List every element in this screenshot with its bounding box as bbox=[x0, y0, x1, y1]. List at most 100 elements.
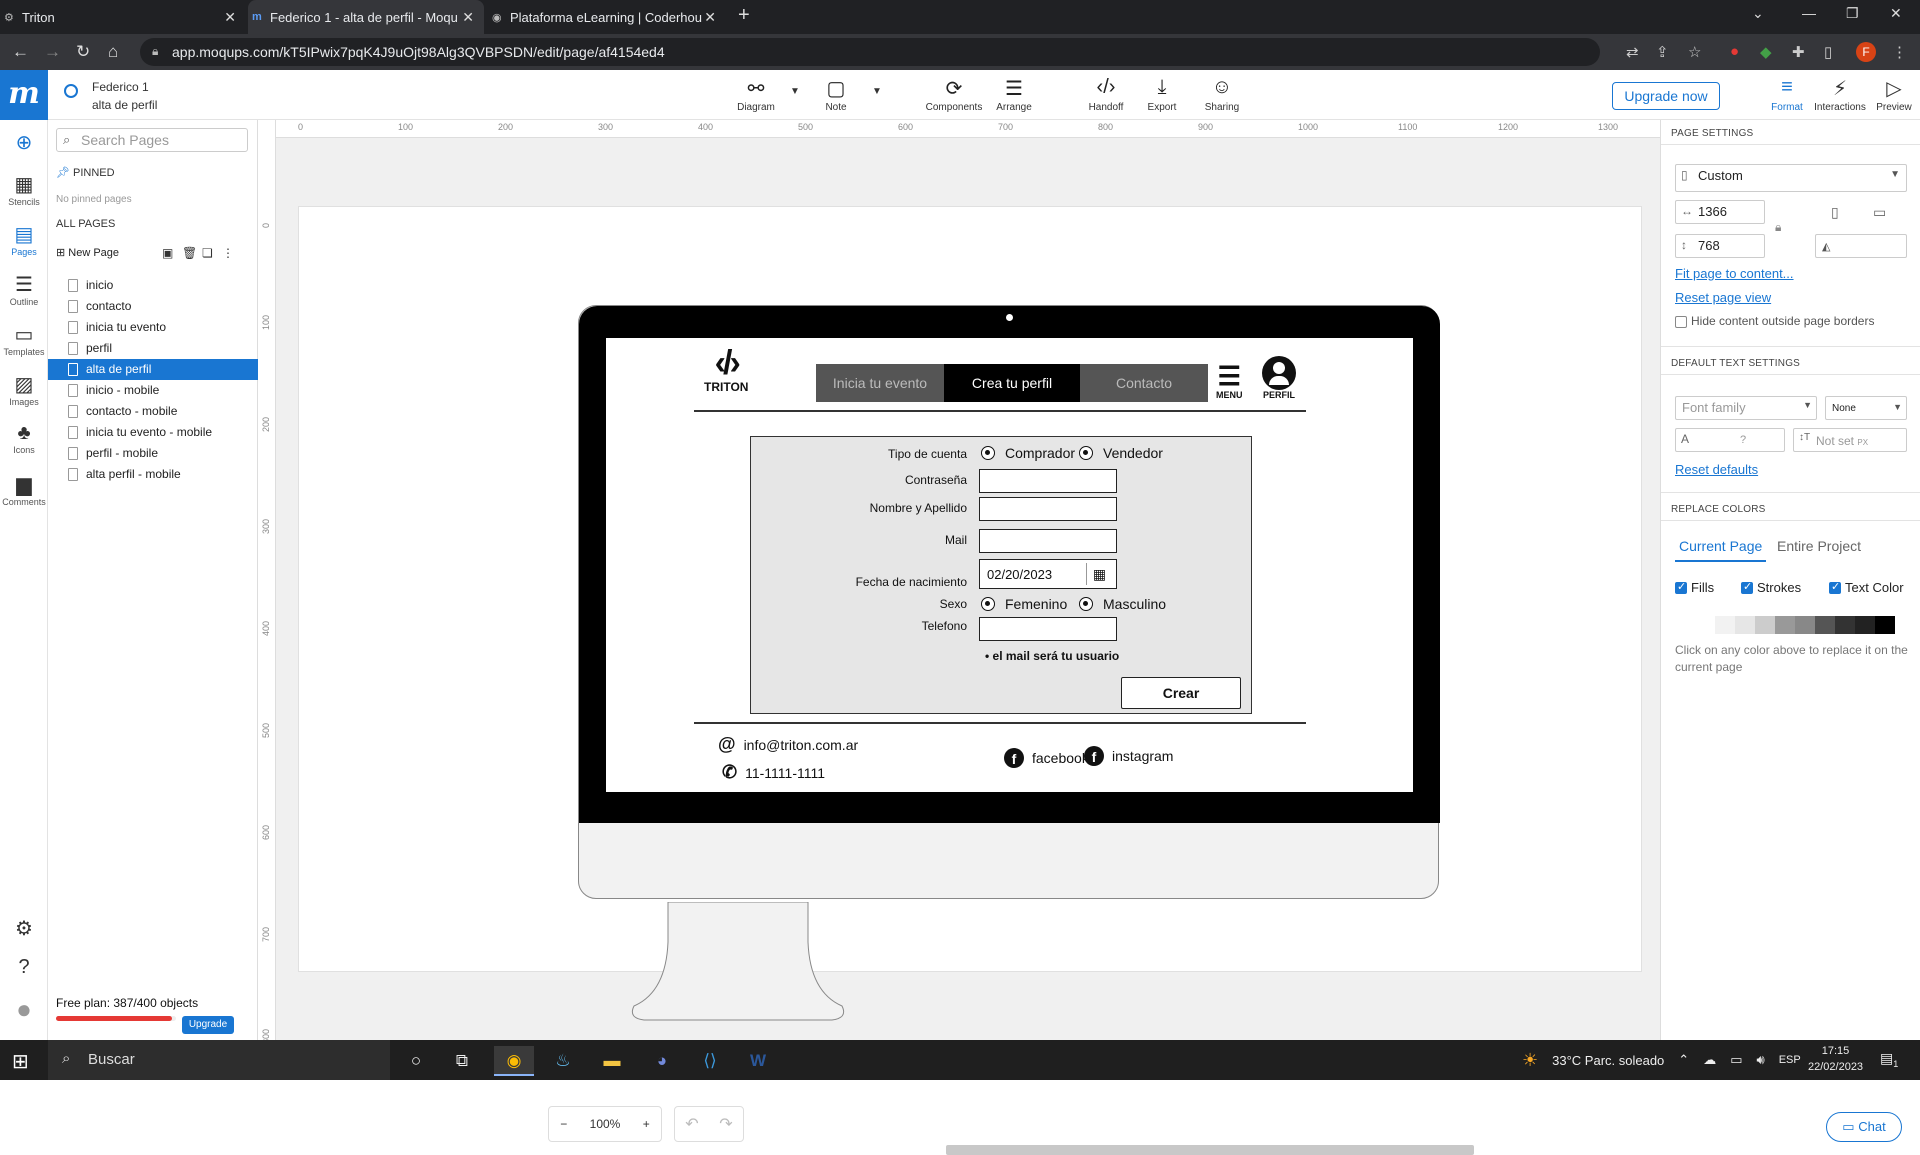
color-swatch[interactable] bbox=[1795, 616, 1815, 634]
rail-images[interactable]: ▨ Images bbox=[0, 372, 48, 407]
url-input[interactable]: 🔒︎ app.moqups.com/kT5IPwix7pqK4J9uOjt98A… bbox=[140, 38, 1600, 66]
strokes-checkbox[interactable] bbox=[1741, 580, 1753, 594]
canvas-page[interactable]: ‹/› TRITON Inicia tu evento Crea tu perf… bbox=[298, 206, 1642, 1021]
task-view-icon[interactable]: ⧉ bbox=[442, 1046, 482, 1076]
diagram-dropdown-icon[interactable]: ▼ bbox=[790, 86, 800, 97]
close-tab-icon[interactable]: ✕ bbox=[462, 9, 474, 26]
rail-comments[interactable]: ▆ Comments bbox=[0, 472, 48, 507]
close-window-icon[interactable]: ✕ bbox=[1890, 5, 1902, 22]
page-list-item[interactable]: alta perfil - mobile bbox=[48, 464, 258, 485]
rail-templates[interactable]: ▭ Templates bbox=[0, 322, 48, 357]
color-swatch[interactable] bbox=[1855, 616, 1875, 634]
color-swatch[interactable] bbox=[1775, 616, 1795, 634]
footer-email[interactable]: @ info@triton.com.ar bbox=[718, 734, 858, 755]
font-weight-select[interactable]: None ▼ bbox=[1825, 396, 1907, 420]
rail-stencils[interactable]: ▦ Stencils bbox=[0, 172, 48, 207]
share-icon[interactable]: ⇪ bbox=[1656, 43, 1669, 61]
page-list-item[interactable]: perfil bbox=[48, 338, 258, 359]
radio-masculino[interactable] bbox=[1079, 597, 1093, 611]
new-page-button[interactable]: ⊞ New Page bbox=[56, 246, 119, 259]
chat-button[interactable]: ▭ Chat bbox=[1826, 1112, 1902, 1142]
perfil-button[interactable]: PERFIL bbox=[1262, 356, 1296, 400]
fit-page-link[interactable]: Fit page to content... bbox=[1675, 266, 1794, 281]
volume-icon[interactable]: 🔊︎ bbox=[1757, 1052, 1765, 1068]
nav-contacto[interactable]: Contacto bbox=[1080, 364, 1208, 402]
notifications-icon[interactable]: ▤1 bbox=[1880, 1050, 1898, 1069]
globe-icon[interactable] bbox=[64, 84, 78, 98]
contrasena-input[interactable] bbox=[979, 469, 1117, 493]
vscode-icon[interactable]: ⟨⟩ bbox=[690, 1046, 730, 1076]
page-preset-select[interactable]: ▯ Custom ▼ bbox=[1675, 164, 1907, 192]
note-dropdown-icon[interactable]: ▼ bbox=[872, 86, 882, 97]
footer-instagram[interactable]: f instagram bbox=[1084, 746, 1173, 766]
reset-view-link[interactable]: Reset page view bbox=[1675, 290, 1771, 305]
mail-input[interactable] bbox=[979, 529, 1117, 553]
page-list-item[interactable]: contacto bbox=[48, 296, 258, 317]
line-height-input[interactable]: ↕T Not set PX bbox=[1793, 428, 1907, 452]
page-height-input[interactable]: ↕ 768 bbox=[1675, 234, 1765, 258]
crear-button[interactable]: Crear bbox=[1121, 677, 1241, 709]
radio-comprador[interactable] bbox=[981, 446, 995, 460]
translate-icon[interactable]: ⇄ bbox=[1626, 43, 1639, 61]
interactions-button[interactable]: ⚡︎ Interactions bbox=[1812, 76, 1868, 113]
fecha-input[interactable]: 02/20/2023 ▦ bbox=[979, 559, 1117, 589]
canvas-area[interactable]: 0 100 200 300 400 500 600 700 800 900 1000 1100 1200… bbox=[258, 120, 1914, 1155]
user-avatar[interactable]: ● bbox=[0, 994, 48, 1025]
horizontal-scrollbar[interactable] bbox=[946, 1145, 1474, 1155]
rail-icons[interactable]: ♣ Icons bbox=[0, 422, 48, 455]
word-icon[interactable]: W bbox=[738, 1046, 778, 1076]
maximize-icon[interactable]: ❐ bbox=[1846, 5, 1859, 22]
page-list-item[interactable]: inicia tu evento - mobile bbox=[48, 422, 258, 443]
new-folder-icon[interactable]: ▣ bbox=[162, 246, 173, 260]
radio-vendedor[interactable] bbox=[1079, 446, 1093, 460]
color-swatch[interactable] bbox=[1835, 616, 1855, 634]
chevron-up-icon[interactable]: ⌃ bbox=[1678, 1052, 1689, 1068]
format-button[interactable]: ≡ Format bbox=[1759, 76, 1815, 113]
cloud-icon[interactable]: ☁ bbox=[1703, 1052, 1716, 1068]
chrome-icon[interactable]: ◉ bbox=[494, 1046, 534, 1076]
nombre-input[interactable] bbox=[979, 497, 1117, 521]
nav-crea-perfil[interactable]: Crea tu perfil bbox=[944, 364, 1080, 402]
close-tab-icon[interactable]: ✕ bbox=[224, 9, 236, 26]
cortana-icon[interactable]: ○ bbox=[396, 1046, 436, 1076]
more-icon[interactable]: ⋮ bbox=[222, 246, 234, 260]
page-width-input[interactable]: ↔ 1366 bbox=[1675, 200, 1765, 224]
upgrade-button[interactable]: Upgrade bbox=[182, 1016, 234, 1034]
page-list-item[interactable]: inicio bbox=[48, 275, 258, 296]
extension-red-icon[interactable]: ● bbox=[1730, 43, 1739, 60]
page-fill-color[interactable]: ◭ bbox=[1815, 234, 1907, 258]
forward-icon[interactable]: → bbox=[44, 42, 61, 62]
project-info[interactable]: Federico 1 alta de perfil bbox=[92, 78, 157, 114]
export-button[interactable]: ⤓ Export bbox=[1132, 76, 1192, 113]
weather-icon[interactable]: ☀ bbox=[1522, 1050, 1538, 1071]
page-list-item[interactable]: inicia tu evento bbox=[48, 317, 258, 338]
portrait-icon[interactable]: ▯ bbox=[1831, 204, 1839, 221]
tab-coderhouse[interactable]: ◉ Plataforma eLearning | Coderhou ✕ bbox=[488, 0, 726, 34]
footer-facebook[interactable]: f facebook bbox=[1004, 748, 1089, 768]
undo-icon[interactable]: ↶ bbox=[685, 1114, 698, 1134]
fills-checkbox[interactable] bbox=[1675, 580, 1687, 594]
sharing-button[interactable]: ☺ Sharing bbox=[1192, 76, 1252, 113]
bookmark-star-icon[interactable]: ☆ bbox=[1688, 43, 1701, 61]
rail-pages[interactable]: ▤ Pages bbox=[0, 222, 48, 257]
tab-entire-project[interactable]: Entire Project bbox=[1777, 538, 1861, 554]
lock-ratio-icon[interactable]: 🔒︎ bbox=[1775, 220, 1781, 235]
extension-green-icon[interactable]: ◆ bbox=[1760, 43, 1772, 61]
browser-menu-icon[interactable]: ⋮ bbox=[1892, 43, 1907, 61]
minimize-icon[interactable]: — bbox=[1802, 5, 1816, 21]
nav-inicia-evento[interactable]: Inicia tu evento bbox=[816, 364, 944, 402]
upgrade-now-button[interactable]: Upgrade now bbox=[1612, 82, 1720, 110]
page-list-item[interactable]: perfil - mobile bbox=[48, 443, 258, 464]
text-color-checkbox[interactable] bbox=[1829, 580, 1841, 594]
tab-moqups[interactable]: m Federico 1 - alta de perfil - Moqu ✕ bbox=[248, 0, 484, 34]
redo-icon[interactable]: ↷ bbox=[719, 1114, 732, 1134]
zoom-in-button[interactable]: + bbox=[643, 1117, 650, 1131]
landscape-icon[interactable]: ▭ bbox=[1873, 204, 1886, 221]
settings-button[interactable]: ⚙ bbox=[0, 916, 48, 941]
note-button[interactable]: ▢ Note bbox=[806, 76, 866, 113]
hide-content-checkbox[interactable] bbox=[1675, 316, 1687, 328]
home-icon[interactable]: ⌂ bbox=[108, 42, 118, 62]
trash-icon[interactable]: 🗑︎ bbox=[182, 246, 197, 260]
font-size-input[interactable]: A? bbox=[1675, 428, 1785, 452]
discord-icon[interactable]: ◕ bbox=[642, 1046, 682, 1076]
